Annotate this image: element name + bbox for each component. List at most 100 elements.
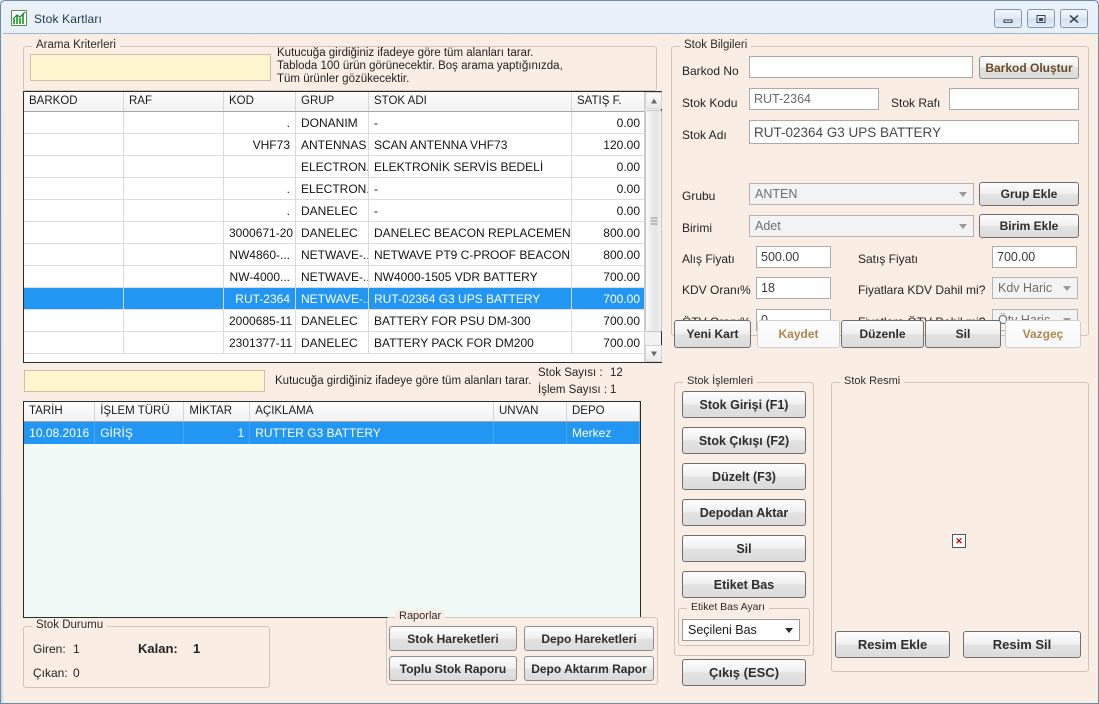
minimize-icon[interactable] [994,9,1022,28]
table-cell [124,222,224,243]
resim-ekle-button[interactable]: Resim Ekle [835,631,950,658]
close-icon[interactable] [1060,9,1088,28]
table-cell: DANELEC BEACON REPLACEMENT ... [369,222,572,243]
maximize-icon[interactable] [1027,9,1055,28]
stock-grid[interactable]: BARKOD RAF KOD GRUP STOK ADI SATIŞ F. . DONANI… [23,91,662,363]
toplu-stok-raporu-button[interactable]: Toplu Stok Raporu [389,656,517,681]
grubu-combo[interactable]: ANTEN [749,183,974,205]
table-cell: 700.00 [572,310,646,331]
stok-girisi-button[interactable]: Stok Girişi (F1) [682,391,806,418]
table-row[interactable]: VHF73 ANTENNAS SCAN ANTENNA VHF73 120.00 [24,134,661,156]
sil-button[interactable]: Sil [925,320,1001,348]
client-area: Arama Kriterleri Kutucuğa girdiğiniz ifa… [3,33,1098,703]
stock-grid-body[interactable]: . DONANIM -0.00 VHF73 ANTENNAS SCAN ANTENNA V… [24,112,661,354]
depo-hareketleri-button[interactable]: Depo Hareketleri [524,626,654,651]
table-cell: - [369,112,572,133]
transaction-grid[interactable]: TARİH İŞLEM TÜRÜ MİKTAR AÇIKLAMA UNVAN DEPO 1… [23,401,641,618]
kdv-dahil-combo[interactable]: Kdv Haric [992,277,1078,299]
table-cell: - [369,178,572,199]
table-cell: 800.00 [572,222,646,243]
table-row[interactable]: NW4860-... NETWAVE-... NETWAVE PT9 C-PROOF… [24,244,661,266]
stok-adi-input[interactable] [749,120,1079,144]
transaction-grid-column-header[interactable]: DEPO [567,402,640,421]
table-row[interactable]: 3000671-20 DANELEC DANELEC BEACON REPLACEM… [24,222,661,244]
scrollbar-thumb[interactable] [645,110,662,332]
kdv-orani-label: KDV Oranı% [682,283,751,297]
transaction-grid-column-header[interactable]: TARİH [24,402,96,421]
transaction-grid-column-header[interactable]: AÇIKLAMA [250,402,494,421]
satis-fiyati-label: Satış Fiyatı [858,252,919,266]
stock-grid-column-header[interactable]: STOK ADI [369,92,572,111]
table-row[interactable]: 10.08.2016 GİRİŞ 1 RUTTER G3 BATTERY Merkez [24,422,640,444]
kdv-dahil-value: Kdv Haric [998,281,1053,295]
depo-aktarim-rapor-button[interactable]: Depo Aktarım Rapor [524,656,654,681]
table-cell: DANELEC [296,222,369,243]
table-row[interactable]: NW-4000... NETWAVE-... NW4000-1505 VDR BAT… [24,266,661,288]
table-cell: 0.00 [572,112,646,133]
scroll-down-icon[interactable] [645,345,662,362]
stok-hareketleri-button[interactable]: Stok Hareketleri [389,626,517,651]
table-cell: BATTERY FOR PSU DM-300 [369,310,572,331]
stok-cikisi-button[interactable]: Stok Çıkışı (F2) [682,427,806,454]
stock-grid-column-header[interactable]: SATIŞ F. [572,92,646,111]
table-row[interactable]: 2000685-11 DANELEC BATTERY FOR PSU DM-300 7… [24,310,661,332]
stock-count-label: Stok Sayısı : [538,367,603,379]
stock-grid-column-header[interactable]: GRUP [296,92,369,111]
filter-input[interactable] [24,370,265,392]
cikan-value: 0 [73,666,80,680]
stock-count-value: 12 [610,367,623,379]
table-cell [124,332,224,353]
reports-title: Raporlar [395,610,446,622]
transaction-grid-body[interactable]: 10.08.2016 GİRİŞ 1 RUTTER G3 BATTERY Merkez [24,422,640,444]
stock-grid-column-header[interactable]: BARKOD [24,92,124,111]
table-cell [124,156,224,177]
birim-ekle-button[interactable]: Birim Ekle [979,214,1079,238]
table-cell: NW-4000... [224,266,296,287]
kalan-label: Kalan: [138,641,178,656]
resim-sil-button[interactable]: Resim Sil [963,631,1081,658]
grubu-combo-value: ANTEN [755,187,798,201]
etiket-bas-combo[interactable]: Seçileni Bas [682,619,800,641]
transaction-grid-column-header[interactable]: UNVAN [494,402,567,421]
table-cell [494,422,567,444]
stock-image-title: Stok Resmi [840,375,905,387]
stock-grid-column-header[interactable]: RAF [124,92,224,111]
scroll-up-icon[interactable] [645,92,662,109]
search-input[interactable] [30,54,271,81]
stok-rafi-label: Stok Rafı [891,96,941,110]
search-criteria-title: Arama Kriterleri [32,39,120,51]
table-cell [24,332,124,353]
table-row[interactable]: . ELECTRON... -0.00 [24,178,661,200]
kdv-orani-input[interactable] [756,277,831,299]
transaction-count-value: 1 [610,384,617,396]
table-row[interactable]: RUT-2364 NETWAVE-... RUT-02364 G3 UPS BATT… [24,288,661,310]
window-title: Stok Kartları [34,12,102,26]
table-row[interactable]: . DONANIM -0.00 [24,112,661,134]
alis-fiyati-input[interactable] [756,246,831,268]
etiket-bas-button[interactable]: Etiket Bas [682,571,806,598]
table-cell: DANELEC [296,310,369,331]
stok-rafi-input[interactable] [949,88,1079,110]
depodan-aktar-button[interactable]: Depodan Aktar [682,499,806,526]
stok-sil-button[interactable]: Sil [682,535,806,562]
grup-ekle-button[interactable]: Grup Ekle [979,182,1079,206]
yeni-kart-button[interactable]: Yeni Kart [674,320,751,348]
table-row[interactable]: . DANELEC -0.00 [24,200,661,222]
scrollbar-grip [650,217,657,225]
barkod-olustur-button[interactable]: Barkod Oluştur [979,56,1079,79]
satis-fiyati-input[interactable] [992,246,1077,268]
transaction-grid-column-header[interactable]: İŞLEM TÜRÜ [95,402,185,421]
duzelt-button[interactable]: Düzelt (F3) [682,463,806,490]
cikis-button[interactable]: Çıkış (ESC) [682,659,806,686]
birimi-combo[interactable]: Adet [749,215,974,237]
table-row[interactable]: ELECTRON... ELEKTRONİK SERVİS BEDELİ 0.00 [24,156,661,178]
transaction-grid-column-header[interactable]: MİKTAR [184,402,251,421]
barkod-no-input[interactable] [749,56,973,78]
table-row[interactable]: 2301377-11 DANELEC BATTERY PACK FOR DM200 7… [24,332,661,354]
transaction-count-label: İşlem Sayısı : [538,384,608,396]
stock-grid-scrollbar[interactable] [644,92,662,362]
duzenle-button[interactable]: Düzenle [841,320,924,348]
table-cell: 800.00 [572,244,646,265]
stok-kodu-input[interactable] [749,88,879,110]
stock-grid-column-header[interactable]: KOD [224,92,296,111]
